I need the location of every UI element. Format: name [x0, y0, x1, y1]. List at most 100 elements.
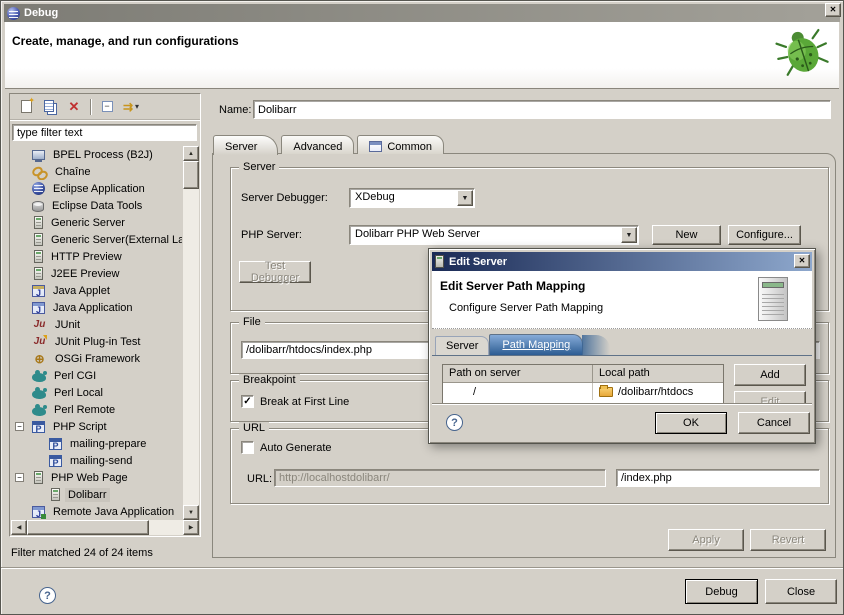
cancel-button[interactable]: Cancel [738, 412, 810, 434]
base-url-input[interactable] [274, 469, 606, 487]
server-debugger-combo[interactable]: XDebug ▼ [349, 188, 475, 208]
path-mapping-content: Path on server Local path / /dolibarr/ht… [432, 355, 812, 409]
configure-server-button[interactable]: Configure... [728, 225, 801, 245]
dropdown-arrow-icon[interactable]: ▼ [621, 227, 637, 243]
delete-configuration-button[interactable]: ✕ [62, 97, 86, 117]
tree-item-dolibarr[interactable]: Dolibarr [11, 486, 182, 503]
perl-camel-icon [32, 407, 46, 416]
name-input[interactable] [253, 100, 831, 119]
database-icon [32, 201, 44, 212]
tree-item-perl-remote[interactable]: Perl Remote [11, 401, 182, 418]
debug-button[interactable]: Debug [685, 579, 758, 604]
bpel-process-icon [32, 150, 45, 160]
auto-generate-checkbox[interactable] [241, 441, 254, 454]
dialog-help-icon[interactable]: ? [446, 414, 463, 431]
tree-item-osgi-framework[interactable]: ⊕OSGi Framework [11, 350, 182, 367]
tree-item-php-script[interactable]: −PPHP Script [11, 418, 182, 435]
break-first-line-checkbox[interactable]: ✓ [241, 395, 254, 408]
java-applet-icon: J [32, 285, 45, 297]
new-server-button[interactable]: New [652, 225, 721, 245]
table-row[interactable]: / /dolibarr/htdocs [443, 383, 723, 400]
table-icon [369, 141, 382, 152]
add-mapping-button[interactable]: Add [734, 364, 806, 386]
scroll-left-icon[interactable]: ◀ [11, 520, 27, 535]
java-application-icon: J [32, 302, 45, 314]
dropdown-arrow-icon[interactable]: ▼ [457, 190, 473, 206]
horizontal-scroll-thumb[interactable] [27, 520, 149, 535]
tree-vertical-scrollbar[interactable]: ▲ ▼ [183, 146, 199, 520]
dialog-tab-server[interactable]: Server [435, 336, 489, 355]
close-button[interactable]: Close [765, 579, 837, 604]
eclipse-sphere-icon [32, 182, 45, 195]
scroll-up-icon[interactable]: ▲ [183, 146, 199, 161]
tree-item-eclipse-data-tools[interactable]: Eclipse Data Tools [11, 197, 182, 214]
scroll-down-icon[interactable]: ▼ [183, 505, 199, 520]
php-server-combo[interactable]: Dolibarr PHP Web Server ▼ [349, 225, 639, 245]
tree-item-generic-server-external[interactable]: Generic Server(External La [11, 231, 182, 248]
vertical-scroll-thumb[interactable] [183, 161, 199, 189]
duplicate-configuration-button[interactable] [38, 97, 62, 117]
window-title: Debug [24, 7, 58, 19]
collapse-expander-icon[interactable]: − [15, 473, 24, 482]
tree-item-perl-local[interactable]: Perl Local [11, 384, 182, 401]
window-titlebar[interactable]: Debug [4, 4, 840, 22]
duplicate-icon [44, 100, 54, 112]
revert-button[interactable]: Revert [750, 529, 826, 551]
new-configuration-button[interactable]: ✦ [14, 97, 38, 117]
dialog-subheading: Configure Server Path Mapping [449, 302, 603, 314]
tree-item-junit-plugin-test[interactable]: JuJUnit Plug-in Test [11, 333, 182, 350]
tree-item-mailing-send[interactable]: Pmailing-send [11, 452, 182, 469]
tree-item-java-application[interactable]: JJava Application [11, 299, 182, 316]
tab-common[interactable]: Common [357, 135, 444, 154]
dialog-close-button[interactable]: ✕ [794, 254, 810, 268]
dialog-tabs: Server Path Mapping [429, 329, 812, 355]
server-icon [51, 488, 60, 501]
tree-item-java-applet[interactable]: JJava Applet [11, 282, 182, 299]
server-icon [34, 216, 43, 229]
url-path-input[interactable] [616, 469, 820, 487]
tree-item-chaine[interactable]: Chaîne [11, 163, 182, 180]
filter-text-input[interactable] [12, 124, 197, 141]
dialog-titlebar[interactable]: Edit Server [432, 252, 812, 271]
tree-horizontal-scrollbar[interactable]: ◀ ▶ [11, 520, 199, 535]
ok-button[interactable]: OK [655, 412, 727, 434]
name-label: Name: [219, 104, 251, 116]
tree-item-generic-server[interactable]: Generic Server [11, 214, 182, 231]
php-server-label: PHP Server: [241, 229, 302, 241]
dialog-title: Edit Server [449, 256, 507, 268]
test-debugger-button[interactable]: Test Debugger [239, 261, 311, 283]
tree-item-perl-cgi[interactable]: Perl CGI [11, 367, 182, 384]
tree-item-http-preview[interactable]: HTTP Preview [11, 248, 182, 265]
tree-item-bpel-process[interactable]: BPEL Process (B2J) [11, 146, 182, 163]
collapse-all-button[interactable]: − [95, 97, 119, 117]
tree-item-junit[interactable]: JuJUnit [11, 316, 182, 333]
collapse-expander-icon[interactable]: − [15, 422, 24, 431]
server-icon [34, 250, 43, 263]
junit-icon: Ju [32, 318, 47, 332]
tab-server[interactable]: Server [213, 135, 278, 155]
tree-item-remote-java-application[interactable]: JRemote Java Application [11, 503, 182, 520]
debug-beetle-icon [775, 24, 831, 83]
configurations-sidebar: ✦ ✕ − ⇉ ▾ BPEL Process (B2J) Chaîne Ecli… [9, 93, 201, 537]
php-script-icon: P [32, 421, 45, 433]
filter-button[interactable]: ⇉ ▾ [119, 97, 143, 117]
window-close-button[interactable]: ✕ [825, 3, 841, 17]
osgi-target-icon: ⊕ [32, 352, 47, 366]
tab-advanced[interactable]: Advanced [281, 135, 354, 154]
junit-plugin-icon: Ju [32, 335, 47, 349]
scroll-right-icon[interactable]: ▶ [183, 520, 199, 535]
tree-item-j2ee-preview[interactable]: J2EE Preview [11, 265, 182, 282]
configuration-tree: BPEL Process (B2J) Chaîne Eclipse Applic… [11, 146, 182, 520]
tree-item-mailing-prepare[interactable]: Pmailing-prepare [11, 435, 182, 452]
tree-item-eclipse-application[interactable]: Eclipse Application [11, 180, 182, 197]
sidebar-toolbar: ✦ ✕ − ⇉ ▾ [10, 94, 200, 120]
configuration-tabs: Server Advanced Common [213, 134, 447, 154]
dialog-heading: Edit Server Path Mapping [440, 279, 585, 293]
dialog-header: Edit Server Path Mapping Configure Serve… [432, 271, 812, 329]
dialog-tab-path-mapping[interactable]: Path Mapping [489, 334, 583, 355]
help-icon[interactable]: ? [39, 587, 56, 604]
server-icon [34, 267, 43, 280]
url-label: URL: [247, 473, 272, 485]
tree-item-php-web-page[interactable]: −PHP Web Page [11, 469, 182, 486]
apply-button[interactable]: Apply [668, 529, 744, 551]
